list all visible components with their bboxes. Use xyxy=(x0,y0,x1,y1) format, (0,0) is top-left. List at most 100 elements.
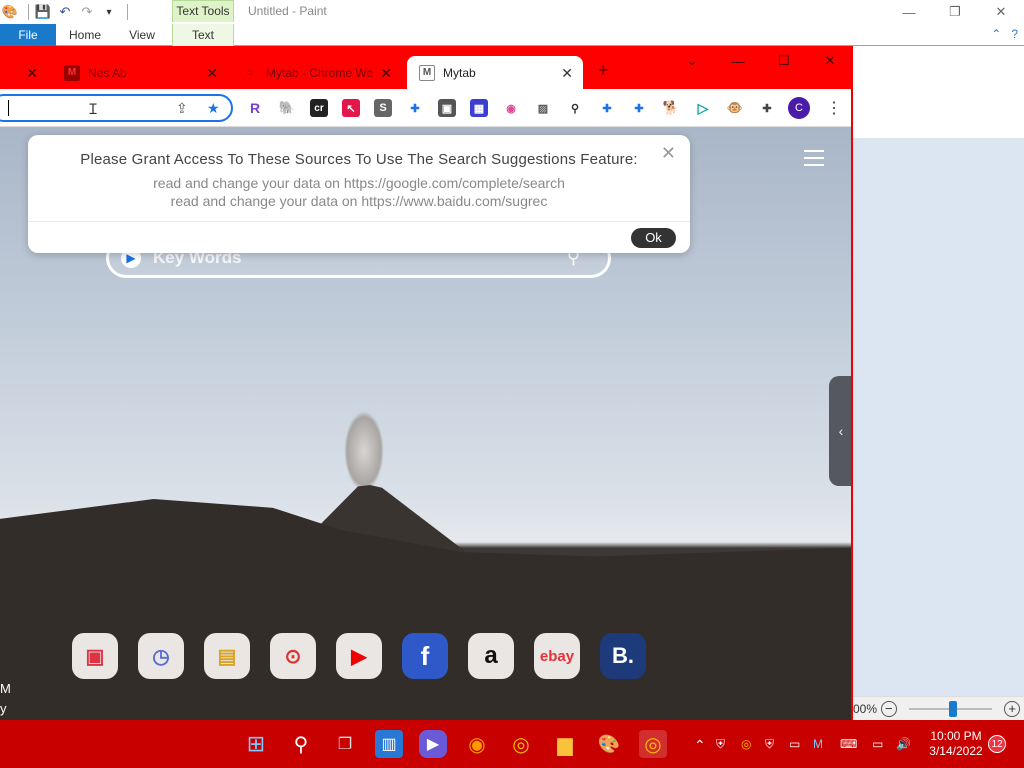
chrome-active-icon[interactable]: ◎ xyxy=(639,730,667,758)
teams-icon[interactable]: ▶ xyxy=(419,730,447,758)
paint-window-title: Untitled - Paint xyxy=(248,4,327,18)
extension-cursor-icon[interactable]: ↖ xyxy=(342,99,360,117)
task-view-icon[interactable]: ❐ xyxy=(331,730,359,758)
undo-icon[interactable]: ↶ xyxy=(57,4,73,20)
edge-text-line: M xyxy=(0,681,11,696)
keyboard-icon[interactable]: ⌨ xyxy=(840,737,857,751)
extension-image-icon[interactable]: ▨ xyxy=(534,99,552,117)
start-icon[interactable]: ⊞ xyxy=(242,730,270,758)
quick-link-gallery[interactable]: ▣ xyxy=(72,633,118,679)
quick-link-youtube[interactable]: ▶ xyxy=(336,633,382,679)
paint-minimize-button[interactable]: — xyxy=(886,0,932,24)
malwarebytes-icon[interactable]: M xyxy=(813,737,823,751)
file-explorer-icon[interactable]: ▆ xyxy=(551,730,579,758)
tab-close-icon[interactable]: ✕ xyxy=(26,65,38,82)
extension-dollar-icon[interactable]: ⚲ xyxy=(566,99,584,117)
camera-icon[interactable]: ▭ xyxy=(789,737,800,751)
ribbon-tab-text[interactable]: Text xyxy=(172,24,234,46)
defender-icon[interactable]: ⛨ xyxy=(716,737,725,752)
dialog-divider xyxy=(28,221,690,222)
quick-link-notes[interactable]: ▤ xyxy=(204,633,250,679)
share-icon[interactable]: ⇪ xyxy=(176,100,188,117)
ribbon-tab-home[interactable]: Home xyxy=(58,24,112,46)
paint-canvas[interactable] xyxy=(853,46,1024,138)
paint-close-button[interactable]: ✕ xyxy=(978,0,1024,24)
browser-tab[interactable]: ✕ xyxy=(0,56,48,89)
volume-icon[interactable]: 🔊 xyxy=(896,737,911,751)
tab-search-button[interactable]: ⌄ xyxy=(669,46,715,76)
chrome-icon[interactable]: ◎ xyxy=(507,730,535,758)
search-icon[interactable]: ⚲ xyxy=(287,730,315,758)
paint-restore-button[interactable]: ❐ xyxy=(932,0,978,24)
widgets-icon[interactable]: ▥ xyxy=(375,730,403,758)
side-panel-toggle[interactable]: ‹ xyxy=(829,376,851,486)
ribbon-tab-view[interactable]: View xyxy=(114,24,170,46)
help-icon[interactable]: ? xyxy=(1011,27,1018,41)
extension-s-icon[interactable]: S xyxy=(374,99,392,117)
extension-apps-icon[interactable]: ▦ xyxy=(470,99,488,117)
dialog-heading: Please Grant Access To These Sources To … xyxy=(80,151,638,168)
save-icon[interactable]: 💾 xyxy=(35,4,51,20)
customize-qat-icon[interactable]: ▾ xyxy=(101,4,117,20)
chrome-window: ✕ M Nes Ab ✕ ⌂ Mytab - Chrome We ✕ M Myt… xyxy=(0,46,853,720)
chrome-maximize-button[interactable]: ☐ xyxy=(761,46,807,76)
extension-puzzle-icon[interactable]: ✚ xyxy=(406,99,424,117)
chrome-minimize-button[interactable]: — xyxy=(715,46,761,76)
tab-close-icon[interactable]: ✕ xyxy=(380,65,392,82)
paint-app-icon: 🎨 xyxy=(1,4,19,19)
extension-monkey-icon[interactable]: 🐵 xyxy=(726,99,744,117)
extension-circle-icon[interactable]: ◉ xyxy=(502,99,520,117)
zoom-slider[interactable] xyxy=(908,700,993,717)
quick-link-games[interactable]: ⊙ xyxy=(270,633,316,679)
ribbon-tab-file[interactable]: File xyxy=(0,24,56,46)
paint-canvas-area xyxy=(853,46,1024,696)
ok-button[interactable]: Ok xyxy=(631,228,676,248)
paint-ribbon-tabs: File Home View Text ⌃ ? xyxy=(0,24,1024,46)
browser-tab[interactable]: ⌂ Mytab - Chrome We ✕ xyxy=(236,56,402,89)
quick-link-facebook[interactable]: f xyxy=(402,633,448,679)
paint-icon[interactable]: 🎨 xyxy=(595,730,623,758)
tab-close-icon[interactable]: ✕ xyxy=(206,65,218,82)
firefox-icon[interactable]: ◉ xyxy=(463,730,491,758)
zoom-out-icon[interactable]: − xyxy=(881,700,897,717)
browser-tab[interactable]: M Nes Ab ✕ xyxy=(58,56,228,89)
chrome-tray-icon[interactable]: ◎ xyxy=(741,737,751,751)
chrome-menu-icon[interactable]: ⋮ xyxy=(826,98,842,118)
address-bar[interactable]: Ｉ ⇪ ★ xyxy=(0,94,233,122)
ibeam-cursor-icon: Ｉ xyxy=(86,101,100,117)
tab-close-icon[interactable]: ✕ xyxy=(561,65,573,82)
extension-play-icon[interactable]: ▷ xyxy=(694,99,712,117)
smoke-plume xyxy=(344,411,384,491)
quick-link-amazon[interactable]: a xyxy=(468,633,514,679)
system-clock[interactable]: 10:00 PM 3/14/2022 xyxy=(926,729,986,759)
network-icon[interactable]: ▭ xyxy=(872,737,883,751)
extension-puzzle-icon[interactable]: ✚ xyxy=(630,99,648,117)
security-icon[interactable]: ⛨ xyxy=(765,737,774,752)
text-caret xyxy=(8,100,9,116)
minimize-ribbon-icon[interactable]: ⌃ xyxy=(991,27,1001,41)
chrome-close-button[interactable]: ✕ xyxy=(807,46,851,76)
extension-puzzle-icon[interactable]: ✚ xyxy=(598,99,616,117)
extension-doge-icon[interactable]: 🐕 xyxy=(662,99,680,117)
quick-link-booking[interactable]: B. xyxy=(600,633,646,679)
zoom-slider-thumb[interactable] xyxy=(948,700,957,717)
extension-cr-icon[interactable]: cr xyxy=(310,99,328,117)
quick-link-clock[interactable]: ◷ xyxy=(138,633,184,679)
extensions-menu-icon[interactable]: ✚ xyxy=(758,99,776,117)
quick-access-toolbar: 🎨 💾 ↶ ↷ ▾ xyxy=(0,2,128,22)
zoom-in-icon[interactable]: + xyxy=(1004,700,1020,717)
hamburger-menu-icon[interactable] xyxy=(804,150,824,171)
extension-elephant-icon[interactable]: 🐘 xyxy=(278,99,296,117)
redo-icon[interactable]: ↷ xyxy=(79,4,95,20)
zoom-percentage: 00% xyxy=(853,701,878,716)
new-tab-button[interactable]: + xyxy=(598,60,609,81)
bookmark-star-icon[interactable]: ★ xyxy=(207,100,220,117)
notification-badge[interactable]: 12 xyxy=(988,735,1006,753)
quick-link-ebay[interactable]: ebay xyxy=(534,633,580,679)
profile-avatar[interactable]: C xyxy=(788,97,810,119)
browser-tab-active[interactable]: M Mytab ✕ xyxy=(407,56,583,89)
extension-grid-icon[interactable]: ▣ xyxy=(438,99,456,117)
chevron-up-icon[interactable]: ⌃ xyxy=(694,737,706,754)
extension-r-icon[interactable]: R xyxy=(246,99,264,117)
text-tools-context-label: Text Tools xyxy=(172,0,234,22)
